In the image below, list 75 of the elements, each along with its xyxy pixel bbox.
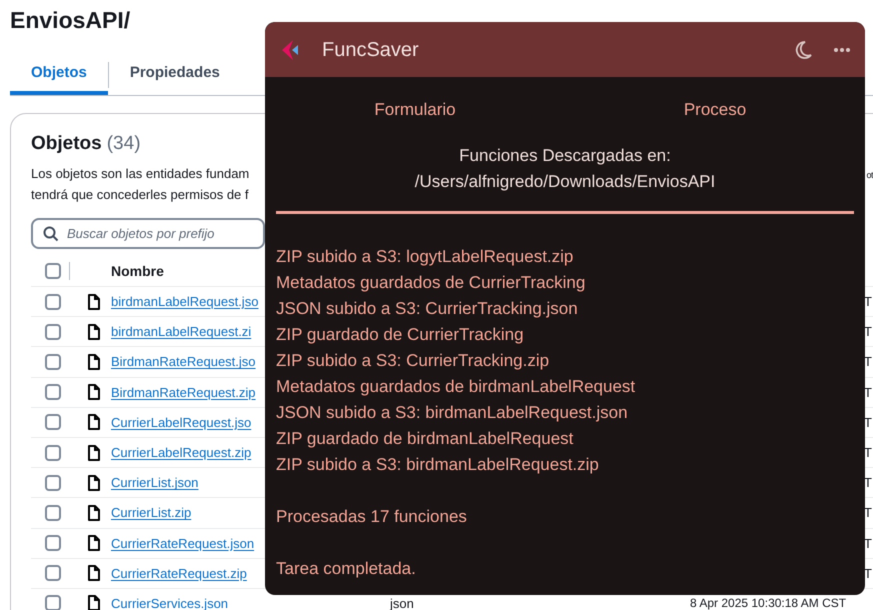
file-link[interactable]: CurrierList.zip [111,505,192,520]
moon-icon [793,40,813,60]
file-icon [87,474,101,491]
log-line: ZIP subido a S3: logytLabelRequest.zip [276,246,574,268]
file-link[interactable]: CurrierRateRequest.zip [111,566,247,581]
page-title: EnviosAPI/ [10,6,132,34]
tab[interactable]: Propiedades [108,55,241,95]
tab[interactable]: Objetos [10,55,108,95]
search-field[interactable]: Buscar objetos por prefijo [31,218,265,249]
log-line: ZIP guardado de CurrierTracking [276,324,525,346]
table-cell: T [864,355,872,368]
object-count: (34) [106,132,141,156]
file-link[interactable]: CurrierLabelRequest.jso [111,414,252,430]
download-heading: Funciones Descargadas en: [459,145,671,167]
file-icon [87,504,101,521]
file-icon [87,414,101,430]
file-link[interactable]: birdmanLabelRequest.zi [111,324,252,340]
table-cell: T [864,295,872,308]
file-link[interactable]: CurrierLabelRequest.zip [111,445,252,460]
table-cell: T [864,446,872,460]
checkbox[interactable] [45,565,61,582]
checkbox[interactable] [45,504,61,521]
table-cell: T [864,476,872,490]
checkbox[interactable] [45,535,61,552]
file-link[interactable]: BirdmanRateRequest.jso [111,354,256,370]
more-icon [833,46,851,52]
table-cell: T [864,325,872,338]
checkbox[interactable] [45,354,61,370]
log-line: ZIP subido a S3: birdmanLabelRequest.zip [276,454,600,476]
description-text: tendrá que concederles permisos de f [31,186,249,204]
file-icon [87,595,101,610]
checkbox[interactable] [45,384,61,400]
log-line: JSON subido a S3: CurrierTracking.json [276,298,579,320]
table-cell: T [864,566,872,580]
file-link[interactable]: CurrierList.json [111,475,198,490]
log-line: ZIP subido a S3: CurrierTracking.zip [276,350,550,372]
file-link[interactable]: BirdmanRateRequest.zip [111,384,256,400]
checkbox[interactable] [45,595,61,610]
file-icon [87,324,101,340]
file-icon [87,535,101,552]
nav-link[interactable]: Formulario [374,97,456,123]
summary-text: Procesadas 17 funciones [275,506,468,528]
description-text: Los objetos son las entidades fundam [31,165,250,183]
checkbox[interactable] [45,414,61,430]
checkbox[interactable] [45,294,61,310]
search-icon [43,226,59,242]
nav-link[interactable]: Proceso [684,97,746,123]
panel-title: Objetos [31,132,102,156]
log-line: Metadatos guardados de birdmanLabelRequest [276,376,636,398]
window-title: FuncSaver [322,38,419,62]
table-cell: T [864,506,872,520]
file-icon [87,384,101,400]
description-text: ot [866,169,873,182]
table-cell: T [864,386,872,399]
checkbox[interactable] [45,324,61,340]
file-icon [87,294,101,310]
checkbox[interactable] [45,263,61,279]
checkbox[interactable] [45,474,61,491]
file-link[interactable]: birdmanLabelRequest.jso [111,294,258,310]
table-cell: T [864,536,872,550]
status-text: Tarea completada. [275,558,417,580]
file-icon [87,444,101,461]
table-cell: T [864,416,872,429]
column-header: Nombre [111,262,164,280]
file-link[interactable]: CurrierRateRequest.json [111,536,254,551]
log-line: ZIP guardado de birdmanLabelRequest [276,428,574,450]
log-line: JSON subido a S3: birdmanLabelRequest.json [276,402,629,424]
log-line: Metadatos guardados de CurrierTracking [276,272,586,294]
logo-icon [281,38,301,60]
checkbox[interactable] [45,444,61,461]
file-icon [87,354,101,370]
search-input[interactable]: Buscar objetos por prefijo [67,224,257,244]
download-path: /Users/alfnigredo/Downloads/EnviosAPI [414,171,716,193]
file-icon [87,565,101,582]
table-cell: 8 Apr 2025 10:30:18 AM CST [690,596,846,610]
